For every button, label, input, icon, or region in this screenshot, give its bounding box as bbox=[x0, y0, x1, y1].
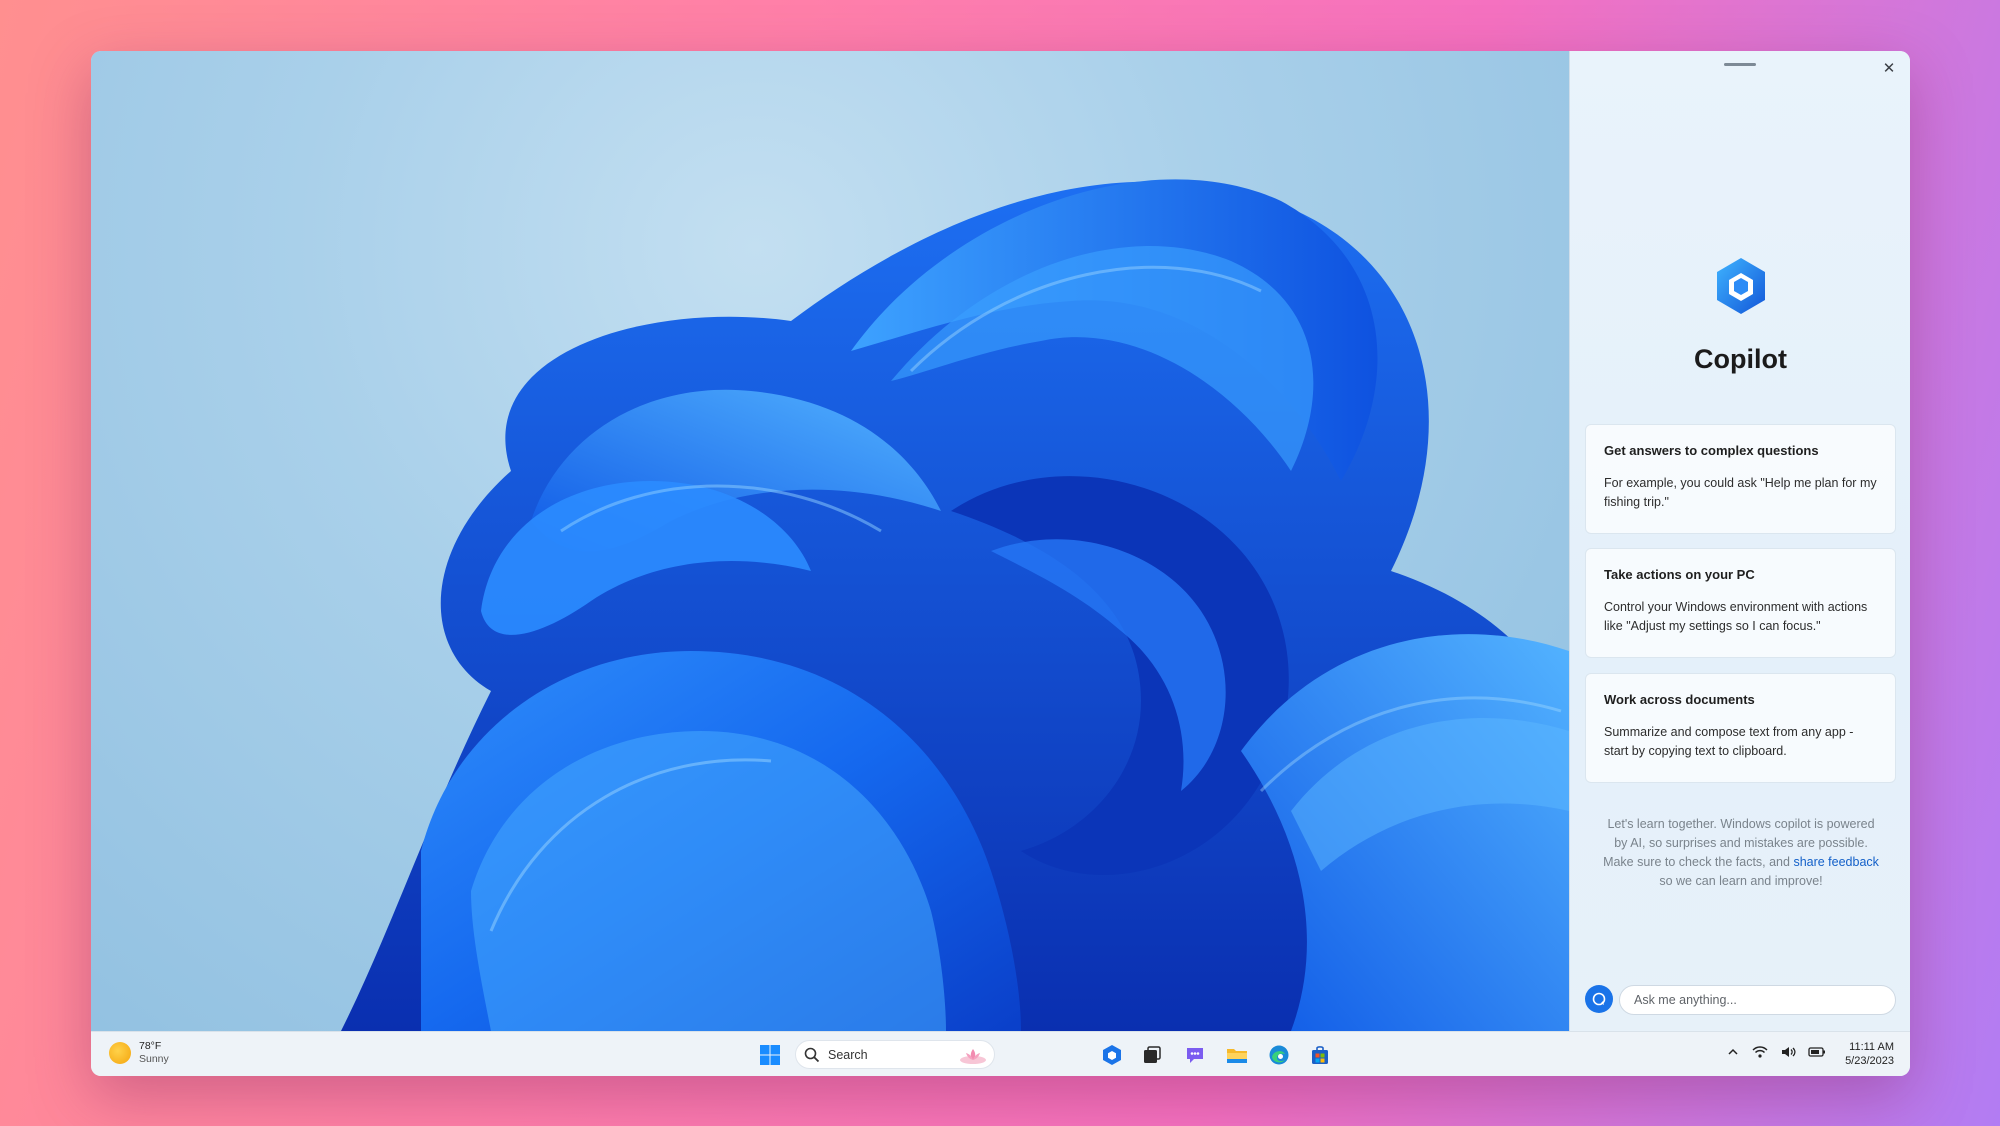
copilot-pane: ✕ Copilot Get answers to complex questio… bbox=[1569, 51, 1910, 1031]
taskbar-clock[interactable]: 11:11 AM 5/23/2023 bbox=[1845, 1040, 1894, 1068]
clock-time: 11:11 AM bbox=[1849, 1041, 1894, 1053]
share-feedback-link[interactable]: share feedback bbox=[1793, 855, 1878, 869]
teams-chat-taskbar-icon[interactable] bbox=[1182, 1042, 1208, 1068]
task-view-taskbar-icon[interactable] bbox=[1139, 1042, 1165, 1068]
windows-start-icon[interactable] bbox=[759, 1044, 781, 1066]
taskbar: 78°F Sunny Search 11:11 AM 5/23/2023 bbox=[91, 1031, 1910, 1076]
bloom-wallpaper-art bbox=[341, 179, 1569, 1031]
card-title: Get answers to complex questions bbox=[1604, 443, 1819, 458]
chat-bubble-icon bbox=[1592, 992, 1606, 1006]
weather-temperature: 78°F bbox=[139, 1040, 162, 1052]
card-title: Take actions on your PC bbox=[1604, 567, 1755, 582]
search-highlight-icon bbox=[960, 1049, 986, 1064]
search-icon bbox=[804, 1047, 820, 1062]
chevron-up-icon[interactable] bbox=[1726, 1045, 1740, 1059]
suggestion-card-work-across-documents[interactable]: Work across documents Summarize and comp… bbox=[1585, 673, 1896, 783]
store-taskbar-icon[interactable] bbox=[1307, 1042, 1333, 1068]
copilot-title: Copilot bbox=[1694, 344, 1787, 374]
store-icon bbox=[1312, 1046, 1328, 1064]
task-view-icon bbox=[1144, 1046, 1161, 1063]
volume-icon[interactable] bbox=[1780, 1045, 1796, 1059]
file-explorer-icon bbox=[1227, 1049, 1247, 1063]
copilot-logo-icon bbox=[1717, 258, 1765, 314]
close-button[interactable]: ✕ bbox=[1878, 57, 1900, 79]
suggestion-card-complex-questions[interactable]: Get answers to complex questions For exa… bbox=[1585, 424, 1896, 534]
edge-taskbar-icon[interactable] bbox=[1266, 1042, 1292, 1068]
wifi-icon[interactable] bbox=[1752, 1045, 1768, 1059]
desktop-wallpaper bbox=[91, 51, 1569, 1031]
weather-widget[interactable]: 78°F Sunny bbox=[109, 1040, 169, 1066]
suggestion-card-take-actions[interactable]: Take actions on your PC Control your Win… bbox=[1585, 548, 1896, 658]
card-title: Work across documents bbox=[1604, 692, 1755, 707]
ai-disclaimer: Let's learn together. Windows copilot is… bbox=[1600, 815, 1882, 891]
pane-drag-handle[interactable] bbox=[1724, 63, 1756, 66]
card-body: For example, you could ask "Help me plan… bbox=[1604, 476, 1877, 509]
teams-chat-icon bbox=[1187, 1048, 1203, 1063]
battery-icon[interactable] bbox=[1808, 1046, 1826, 1058]
taskbar-search-box[interactable]: Search bbox=[795, 1040, 995, 1069]
close-icon: ✕ bbox=[1882, 59, 1896, 77]
search-label: Search bbox=[828, 1047, 868, 1062]
file-explorer-taskbar-icon[interactable] bbox=[1224, 1042, 1250, 1068]
copilot-icon bbox=[1103, 1045, 1121, 1065]
new-topic-button[interactable] bbox=[1585, 985, 1613, 1013]
ask-input[interactable] bbox=[1619, 985, 1896, 1015]
weather-condition: Sunny bbox=[139, 1053, 169, 1065]
card-body: Summarize and compose text from any app … bbox=[1604, 725, 1854, 758]
card-body: Control your Windows environment with ac… bbox=[1604, 600, 1868, 633]
disclaimer-text-end: so we can learn and improve! bbox=[1659, 874, 1823, 888]
copilot-taskbar-icon[interactable] bbox=[1099, 1042, 1125, 1068]
screen: ✕ Copilot Get answers to complex questio… bbox=[91, 51, 1910, 1076]
system-tray bbox=[1726, 1045, 1826, 1059]
sun-icon bbox=[109, 1042, 131, 1064]
edge-icon bbox=[1269, 1045, 1289, 1065]
clock-date: 5/23/2023 bbox=[1845, 1055, 1894, 1067]
weather-text: 78°F Sunny bbox=[139, 1040, 169, 1066]
